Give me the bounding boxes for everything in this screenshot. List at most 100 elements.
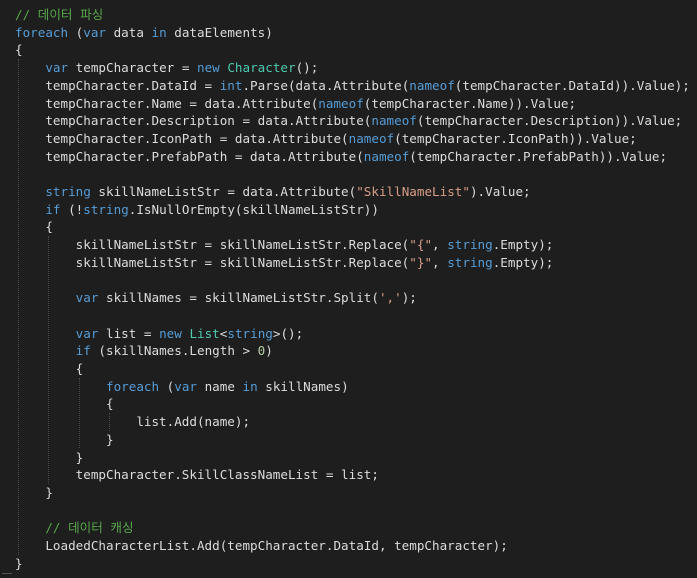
- code-line: // 데이터 캐싱: [15, 519, 133, 537]
- code-token: (: [68, 24, 84, 40]
- code-token: skillNameListStr = skillNameListStr.Repl…: [15, 254, 410, 270]
- code-keyword: nameof: [409, 77, 455, 93]
- code-token: ();: [295, 60, 319, 76]
- code-keyword: if: [45, 201, 61, 217]
- code-token: ).Value;: [469, 184, 531, 199]
- code-line: skillNameListStr = skillNameListStr.Repl…: [15, 236, 554, 254]
- code-keyword: new: [197, 60, 220, 76]
- code-keyword: nameof: [363, 148, 410, 164]
- code-line: }: [15, 484, 53, 502]
- code-line: tempCharacter.Name = data.Attribute(name…: [15, 95, 576, 113]
- code-line: if (!string.IsNullOrEmpty(skillNameListS…: [15, 201, 379, 219]
- code-keyword: var: [45, 60, 69, 76]
- code-line: {: [15, 41, 23, 59]
- code-token: {: [15, 219, 53, 235]
- code-token: tempCharacter =: [68, 60, 197, 76]
- code-editor[interactable]: // 데이터 파싱 foreach (var data in dataElemen…: [0, 0, 697, 578]
- code-keyword: if: [75, 343, 91, 359]
- code-token: {: [15, 42, 23, 58]
- code-keyword: foreach: [106, 378, 160, 394]
- code-token: data: [106, 24, 152, 40]
- code-line: foreach (var data in dataElements): [15, 24, 273, 42]
- code-keyword: string: [447, 254, 493, 270]
- code-type: List: [189, 325, 220, 341]
- code-line: tempCharacter.PrefabPath = data.Attribut…: [15, 148, 667, 166]
- code-line: }: [15, 555, 23, 573]
- code-token: (tempCharacter.PrefabPath)).Value;: [409, 148, 668, 164]
- code-token: LoadedCharacterList.Add(tempCharacter.Da…: [15, 538, 508, 553]
- code-line: list.Add(name);: [15, 413, 250, 431]
- code-token: name: [197, 378, 243, 394]
- code-keyword: in: [242, 378, 258, 394]
- code-token: {: [15, 396, 114, 412]
- code-line: LoadedCharacterList.Add(tempCharacter.Da…: [15, 537, 508, 555]
- code-keyword: nameof: [371, 113, 417, 129]
- code-token: (!: [60, 201, 84, 217]
- code-keyword: var: [174, 378, 197, 394]
- code-keyword: var: [83, 24, 106, 40]
- code-token: ): [265, 343, 273, 359]
- code-keyword: int: [219, 77, 243, 93]
- code-token: tempCharacter.Description = data.Attribu…: [15, 113, 372, 129]
- code-token: .IsNullOrEmpty(skillNameListStr)): [128, 201, 379, 217]
- code-line: foreach (var name in skillNames): [15, 378, 349, 396]
- code-token: >();: [272, 325, 304, 341]
- code-string: "SkillNameList": [356, 184, 470, 199]
- indent-guide: [108, 413, 110, 431]
- code-token: dataElements): [166, 24, 273, 40]
- code-token: tempCharacter.SkillClassNameList = list;: [15, 467, 379, 483]
- code-keyword: string: [45, 184, 91, 199]
- code-line: }: [15, 431, 114, 449]
- code-token: .Empty);: [492, 237, 554, 253]
- code-line: tempCharacter.Description = data.Attribu…: [15, 112, 682, 130]
- code-line: var list = new List<string>();: [15, 325, 304, 343]
- code-token: ,: [432, 254, 448, 270]
- code-token: skillNames): [257, 378, 349, 394]
- code-line: // 데이터 파싱: [15, 6, 103, 24]
- code-keyword: string: [227, 325, 273, 341]
- code-token: list.Add(name);: [15, 414, 251, 430]
- code-type: Character: [227, 60, 296, 76]
- code-token: );: [401, 290, 417, 306]
- code-token: (: [159, 378, 175, 394]
- code-token: (tempCharacter.DataId)).Value);: [454, 77, 690, 93]
- code-token: skillNames = skillNameListStr.Split(: [98, 290, 379, 306]
- code-token: (tempCharacter.IconPath)).Value;: [394, 130, 637, 146]
- code-keyword: nameof: [348, 130, 395, 146]
- code-token: }: [15, 484, 53, 500]
- code-line: tempCharacter.DataId = int.Parse(data.At…: [15, 77, 690, 95]
- code-line: var skillNames = skillNameListStr.Split(…: [15, 289, 417, 307]
- code-line: string skillNameListStr = data.Attribute…: [15, 183, 531, 201]
- code-keyword: var: [75, 290, 99, 306]
- code-line: tempCharacter.IconPath = data.Attribute(…: [15, 130, 637, 148]
- code-token: (tempCharacter.Name)).Value;: [363, 95, 577, 111]
- indent-guide: [48, 236, 50, 484]
- code-token: tempCharacter.PrefabPath = data.Attribut…: [15, 148, 364, 164]
- code-token: .Empty);: [492, 254, 554, 270]
- code-keyword: string: [447, 237, 493, 253]
- code-string: ',': [378, 290, 402, 306]
- code-string: "{": [409, 237, 433, 253]
- code-token: }: [15, 431, 114, 447]
- code-comment: // 데이터 파싱: [15, 7, 104, 22]
- code-keyword: in: [151, 24, 167, 40]
- code-keyword: var: [75, 325, 99, 341]
- code-line: skillNameListStr = skillNameListStr.Repl…: [15, 254, 554, 272]
- code-token: skillNameListStr = data.Attribute(: [90, 184, 357, 199]
- code-line: var tempCharacter = new Character();: [15, 59, 318, 77]
- code-token: .Parse(data.Attribute(: [242, 77, 410, 93]
- code-token: }: [15, 555, 23, 571]
- code-line: {: [15, 218, 53, 236]
- code-token: list =: [98, 325, 160, 341]
- code-string: "}": [409, 254, 433, 270]
- code-line: tempCharacter.SkillClassNameList = list;: [15, 466, 379, 484]
- code-token: skillNameListStr = skillNameListStr.Repl…: [15, 237, 410, 253]
- indent-guide: [18, 59, 19, 555]
- code-token: ,: [432, 237, 448, 253]
